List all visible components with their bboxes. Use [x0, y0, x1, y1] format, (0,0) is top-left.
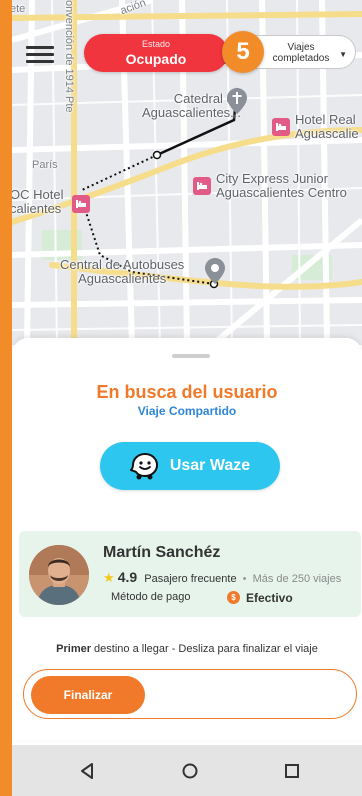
cash-coin-icon: $ — [227, 591, 240, 604]
user-tier: Pasajero frecuente — [144, 573, 237, 585]
hotel-pin-icon[interactable] — [193, 177, 211, 195]
payment-label: Método de pago — [111, 591, 191, 603]
use-waze-label: Usar Waze — [169, 457, 251, 474]
user-info-card[interactable]: Martín Sanchéz ★ 4.9 Pasajero frecuente … — [19, 531, 361, 617]
map-place-city-express: City Express Junior Aguascalientes Centr… — [216, 171, 347, 200]
user-avatar — [29, 545, 89, 605]
destination-hint: Primer destino a llegar - Desliza para f… — [12, 643, 362, 655]
sheet-drag-handle[interactable] — [172, 354, 210, 358]
hamburger-menu-icon[interactable] — [26, 42, 54, 66]
user-trip-count: Más de 250 viajes — [252, 573, 342, 585]
caret-down-icon: ▼ — [339, 50, 347, 59]
hint-bold: Primer — [56, 643, 91, 655]
trip-bottom-sheet: En busca del usuario Viaje Compartido Us… — [12, 338, 362, 740]
hotel-pin-icon[interactable] — [272, 118, 290, 136]
finish-slider-handle[interactable]: Finalizar — [31, 676, 145, 714]
location-pin-icon[interactable] — [205, 258, 225, 284]
church-pin-icon[interactable] — [227, 88, 247, 114]
user-rating-row: ★ 4.9 Pasajero frecuente • Más de 250 vi… — [103, 569, 341, 586]
hint-text: destino a llegar - Desliza para finaliza… — [91, 643, 318, 655]
payment-method: Efectivo — [246, 591, 293, 605]
back-icon[interactable] — [78, 761, 98, 781]
status-label: Estado — [141, 39, 171, 49]
map-place-central: Central de Autobuses Aguascalientes — [60, 257, 185, 286]
star-icon: ★ — [103, 570, 115, 585]
use-waze-button[interactable]: Usar Waze — [100, 442, 280, 490]
map-place-hotel-real: Hotel Real Aguascalie — [295, 112, 359, 141]
trips-count-badge: 5 — [222, 31, 264, 73]
user-rating: 4.9 — [117, 569, 138, 585]
trips-label-box[interactable]: Viajes completados ▼ — [254, 35, 356, 69]
separator-dot: • — [242, 573, 247, 585]
home-icon[interactable] — [180, 761, 200, 781]
system-nav-bar — [12, 745, 362, 796]
trips-label: Viajes completados — [272, 42, 330, 64]
user-name: Martín Sanchéz — [103, 544, 221, 561]
status-toggle-button[interactable]: Estado Ocupado — [84, 34, 228, 72]
finish-trip-slider[interactable]: Finalizar — [23, 669, 357, 719]
map-view[interactable]: ete onvención de 1914 Pte ación A Catedr… — [12, 0, 362, 345]
hotel-pin-icon[interactable] — [72, 195, 90, 213]
map-street-label: ete — [12, 3, 26, 15]
completed-trips-dropdown[interactable]: 5 Viajes completados ▼ — [212, 30, 358, 74]
sheet-title: En busca del usuario — [96, 382, 278, 402]
map-street-label: París — [32, 159, 58, 171]
waze-icon — [129, 452, 158, 480]
recent-apps-icon[interactable] — [282, 761, 302, 781]
trip-type-label: Viaje Compartido — [137, 404, 237, 418]
app-screen: ete onvención de 1914 Pte ación A Catedr… — [12, 0, 362, 796]
map-street-label: onvención de 1914 Pte — [63, 0, 75, 113]
status-value: Ocupado — [125, 51, 187, 67]
map-place-oc-hotel: OC Hotel calientes — [12, 187, 64, 216]
